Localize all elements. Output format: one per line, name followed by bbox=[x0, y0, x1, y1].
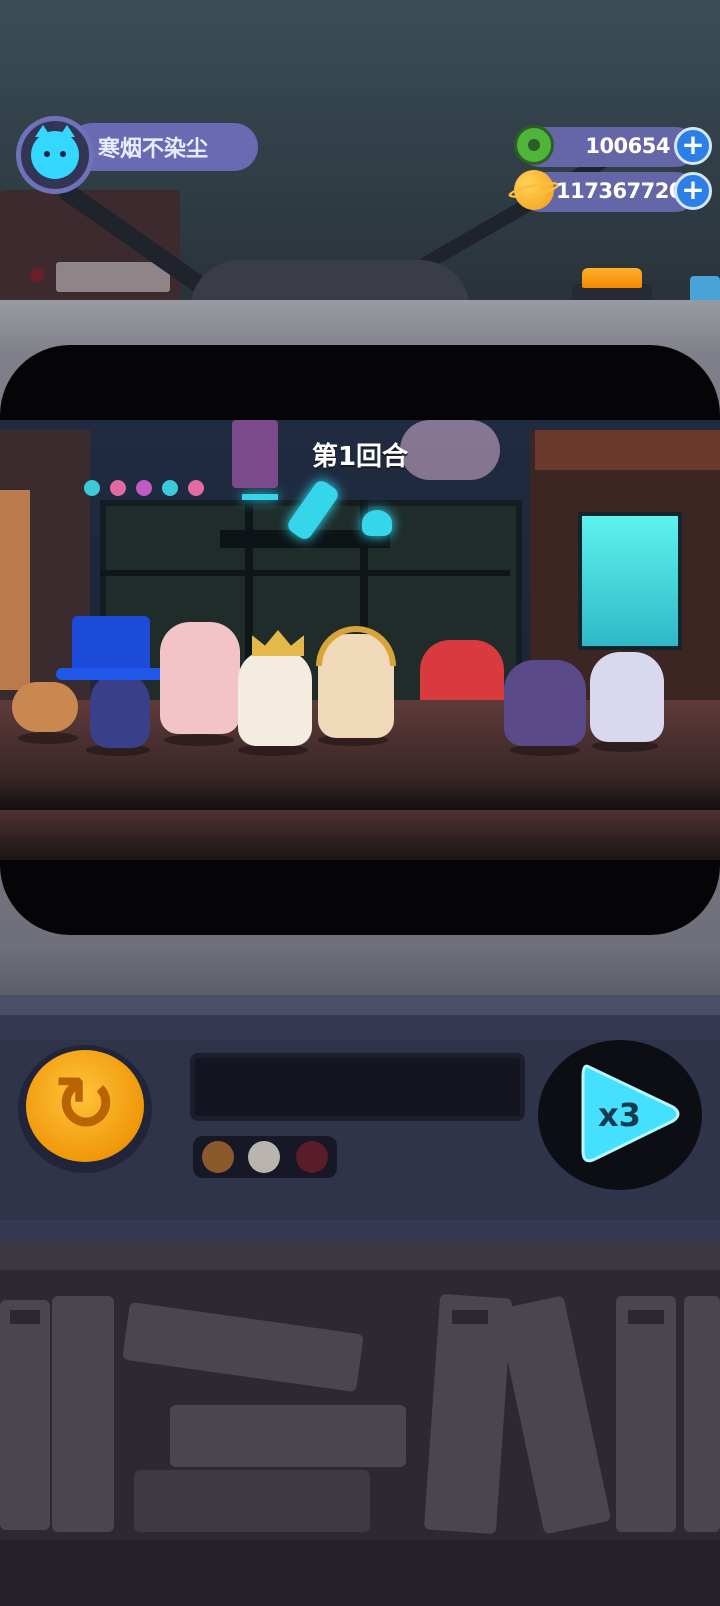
cat-eye-right bbox=[60, 151, 66, 157]
top-hat-character[interactable] bbox=[90, 672, 150, 748]
white-crown-character[interactable] bbox=[238, 650, 312, 746]
top-hat-icon bbox=[72, 616, 150, 674]
string-light bbox=[188, 480, 204, 496]
control-panel-rim bbox=[0, 995, 720, 1015]
player-avatar-frame[interactable] bbox=[16, 116, 94, 194]
add-donut-button[interactable]: + bbox=[674, 127, 712, 165]
poster-decor bbox=[232, 420, 278, 488]
book-label-decor bbox=[10, 1310, 40, 1324]
book-decor bbox=[616, 1296, 676, 1532]
horned-white-character[interactable] bbox=[590, 652, 664, 742]
book-decor bbox=[684, 1296, 720, 1532]
cat-avatar-icon bbox=[31, 125, 79, 179]
pink-flower-character[interactable] bbox=[160, 622, 240, 734]
string-light bbox=[136, 480, 152, 496]
shadow bbox=[164, 734, 234, 746]
donut-currency-value: 100654 bbox=[585, 134, 670, 158]
book-decor bbox=[0, 1300, 50, 1530]
neon-glass-icon bbox=[242, 494, 278, 500]
purple-shadow-character[interactable] bbox=[504, 660, 586, 746]
book-label-decor bbox=[452, 1310, 488, 1324]
add-coin-button[interactable]: + bbox=[674, 172, 712, 210]
donut-currency-icon bbox=[514, 125, 554, 165]
siren-light-icon bbox=[582, 268, 642, 288]
left-shelf-decor bbox=[0, 490, 30, 690]
shelf-top-edge bbox=[0, 1240, 720, 1270]
string-light bbox=[84, 480, 100, 496]
string-light bbox=[110, 480, 126, 496]
cat-ear-right bbox=[59, 125, 75, 137]
indicator-dot-red bbox=[296, 1141, 328, 1173]
crate-label-decor bbox=[56, 262, 170, 292]
shadow bbox=[18, 732, 78, 744]
red-light-decor bbox=[30, 268, 44, 282]
right-awning bbox=[535, 430, 720, 470]
book-decor bbox=[134, 1470, 370, 1532]
shelf-base bbox=[0, 1540, 720, 1606]
indicator-dot-silver bbox=[248, 1141, 280, 1173]
coin-currency-value: 117367720 bbox=[556, 179, 684, 203]
indicator-dot-bronze bbox=[202, 1141, 234, 1173]
hat-brim bbox=[56, 668, 166, 680]
teal-window bbox=[578, 512, 682, 650]
neon-octopus-icon bbox=[362, 510, 392, 536]
book-decor bbox=[52, 1296, 114, 1532]
cat-eye-left bbox=[44, 151, 50, 157]
reset-button[interactable]: ↻ bbox=[26, 1050, 144, 1162]
book-decor bbox=[170, 1405, 406, 1467]
status-display bbox=[190, 1053, 525, 1121]
cat-ear-left bbox=[35, 125, 51, 137]
string-light bbox=[162, 480, 178, 496]
player-name: 寒烟不染尘 bbox=[98, 137, 209, 162]
window-divider-h bbox=[100, 570, 510, 576]
reset-icon: ↻ bbox=[53, 1059, 117, 1148]
bread-pet-character[interactable] bbox=[12, 682, 78, 732]
book-label-decor bbox=[628, 1310, 664, 1324]
round-label: 第1回合 bbox=[311, 442, 409, 472]
speed-label: x3 bbox=[598, 1096, 641, 1134]
